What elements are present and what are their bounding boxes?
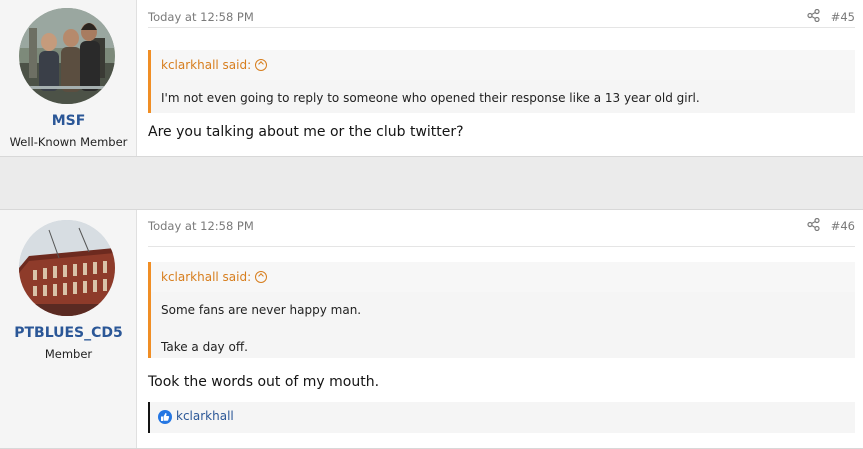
quote-text: I'm not even going to reply to someone w…: [161, 91, 700, 105]
reactions-bar: kclarkhall: [148, 402, 855, 433]
post-meta: Today at 12:58 PM #45: [148, 8, 855, 28]
post-date[interactable]: Today at 12:58 PM: [148, 10, 254, 24]
quote-header[interactable]: kclarkhall said:: [151, 50, 855, 80]
post-46: PTBLUES_CD5 Member Today at 12:58 PM #46…: [0, 209, 863, 449]
arrow-up-circle-icon[interactable]: [255, 58, 268, 71]
arrow-up-circle-icon[interactable]: [255, 270, 268, 283]
user-title: Well-Known Member: [9, 135, 128, 149]
user-title: Member: [44, 347, 93, 361]
quote-author[interactable]: kclarkhall said:: [161, 58, 251, 72]
post-45: MSF Well-Known Member Today at 12:58 PM …: [0, 0, 863, 157]
post-number[interactable]: #45: [831, 10, 855, 24]
post-meta: Today at 12:58 PM #46: [148, 217, 855, 237]
quote-body: I'm not even going to reply to someone w…: [151, 80, 855, 115]
username[interactable]: PTBLUES_CD5: [0, 325, 137, 341]
post-message: Are you talking about me or the club twi…: [148, 124, 464, 140]
post-number[interactable]: #46: [831, 219, 855, 233]
quote-text: Take a day off.: [161, 340, 248, 354]
divider: [148, 27, 855, 28]
quote-author[interactable]: kclarkhall said:: [161, 270, 251, 284]
quote-text: Some fans are never happy man.: [161, 303, 362, 317]
quote-header[interactable]: kclarkhall said:: [151, 262, 855, 292]
quote-block: kclarkhall said: Some fans are never hap…: [148, 262, 855, 358]
quote-block: kclarkhall said: I'm not even going to r…: [148, 50, 855, 113]
like-icon[interactable]: [158, 410, 172, 424]
share-icon[interactable]: [807, 8, 821, 23]
quote-body: Some fans are never happy man. Take a da…: [151, 292, 855, 364]
reaction-users-link[interactable]: kclarkhall: [176, 409, 234, 423]
share-icon[interactable]: [807, 217, 821, 232]
avatar-msf[interactable]: [19, 8, 115, 104]
post-date[interactable]: Today at 12:58 PM: [148, 219, 254, 233]
username[interactable]: MSF: [0, 113, 137, 129]
divider: [148, 246, 855, 247]
post-message: Took the words out of my mouth.: [148, 374, 380, 390]
user-cell: PTBLUES_CD5 Member: [0, 210, 137, 448]
avatar-ptblues-cd5[interactable]: [19, 220, 115, 316]
user-cell: MSF Well-Known Member: [0, 0, 137, 156]
